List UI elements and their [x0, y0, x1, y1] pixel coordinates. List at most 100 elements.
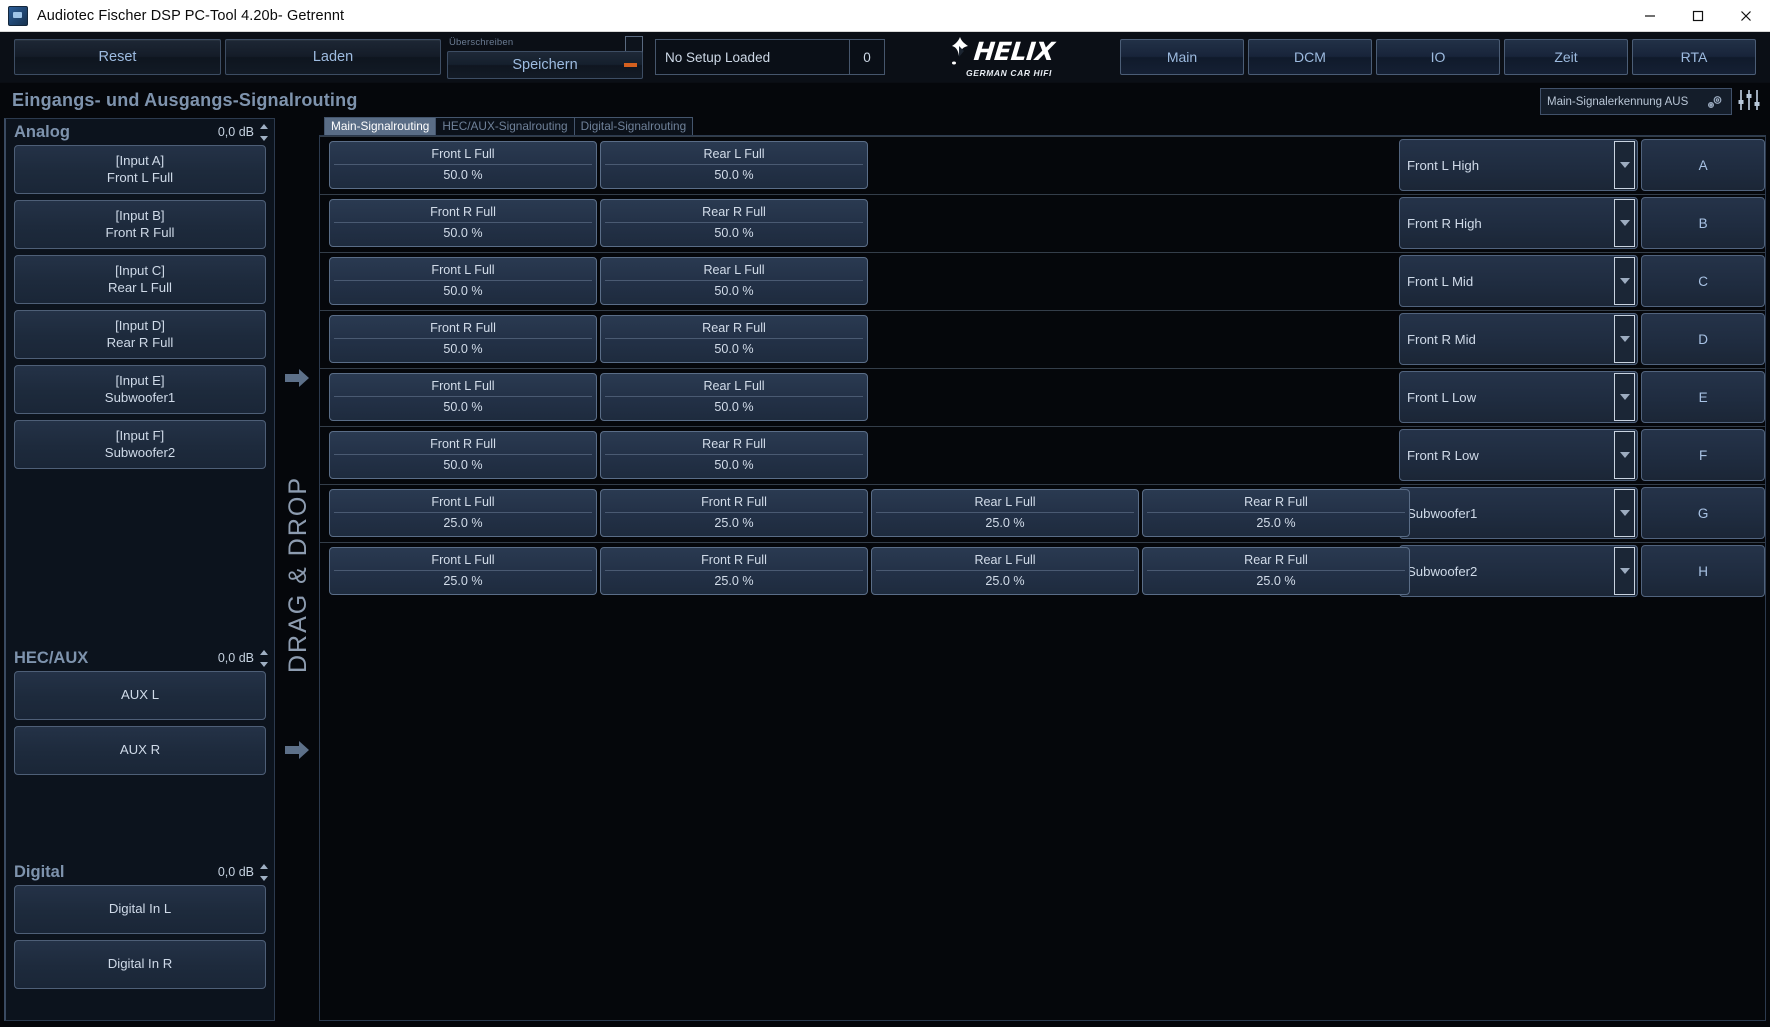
setup-field[interactable]: No Setup Loaded 0	[655, 39, 885, 75]
routing-cell-name: Rear L Full	[703, 147, 765, 162]
analog-gain-stepper[interactable]	[259, 123, 268, 141]
input-e-name: Subwoofer1	[104, 389, 176, 405]
routing-cell[interactable]: Front L Full 50.0 %	[329, 373, 597, 421]
output-select-c[interactable]: Front L Mid	[1399, 255, 1639, 307]
input-f-button[interactable]: [Input F] Subwoofer2	[14, 420, 266, 469]
save-button-label: Speichern	[512, 57, 578, 73]
input-f-tag: [Input F]	[115, 428, 165, 444]
input-panel-filler	[6, 995, 274, 1020]
app-icon	[8, 5, 28, 26]
cell-divider	[334, 222, 592, 223]
routing-cells: Front L Full 50.0 % Rear L Full 50.0 %	[320, 257, 868, 305]
routing-cell[interactable]: Rear L Full 25.0 %	[871, 547, 1139, 595]
output-name: Front R Mid	[1407, 331, 1476, 347]
input-c-name: Rear L Full	[107, 279, 172, 295]
routing-cell[interactable]: Rear R Full 50.0 %	[600, 315, 868, 363]
digital-in-l-button[interactable]: Digital In L	[14, 885, 266, 934]
routing-cell[interactable]: Front R Full 50.0 %	[329, 431, 597, 479]
output-channel-letter[interactable]: E	[1641, 371, 1765, 423]
routing-cell[interactable]: Front L Full 25.0 %	[329, 489, 597, 537]
routing-cell[interactable]: Rear R Full 25.0 %	[1142, 489, 1410, 537]
cell-divider	[334, 512, 592, 513]
chevron-down-icon[interactable]	[1614, 315, 1636, 363]
output-channel-letter[interactable]: B	[1641, 197, 1765, 249]
output-channel-letter[interactable]: G	[1641, 487, 1765, 539]
equalizer-icon[interactable]	[1736, 87, 1762, 113]
input-b-button[interactable]: [Input B] Front R Full	[14, 200, 266, 249]
nav-io-button[interactable]: IO	[1376, 39, 1500, 75]
output-channel-letter[interactable]: A	[1641, 139, 1765, 191]
digital-in-r-button[interactable]: Digital In R	[14, 940, 266, 989]
input-c-button[interactable]: [Input C] Rear L Full	[14, 255, 266, 304]
digital-gain-stepper[interactable]	[259, 863, 268, 881]
output-row: Subwoofer2 H	[1399, 542, 1765, 600]
chevron-down-icon[interactable]	[1614, 431, 1636, 479]
page-header: Eingangs- und Ausgangs-Signalrouting Mai…	[0, 83, 1770, 118]
routing-cell[interactable]: Front L Full 50.0 %	[329, 257, 597, 305]
chevron-down-icon[interactable]	[1614, 373, 1636, 421]
nav-dcm-button[interactable]: DCM	[1248, 39, 1372, 75]
output-channel-letter[interactable]: C	[1641, 255, 1765, 307]
output-select-b[interactable]: Front R High	[1399, 197, 1639, 249]
routing-cell[interactable]: Front R Full 25.0 %	[600, 547, 868, 595]
nav-buttons: Main DCM IO Zeit RTA	[1120, 39, 1764, 75]
chevron-down-icon[interactable]	[1614, 141, 1636, 189]
close-icon[interactable]	[1722, 0, 1770, 31]
reset-button[interactable]: Reset	[14, 39, 221, 75]
routing-cell[interactable]: Rear L Full 50.0 %	[600, 257, 868, 305]
input-e-button[interactable]: [Input E] Subwoofer1	[14, 365, 266, 414]
routing-cell[interactable]: Front R Full 50.0 %	[329, 315, 597, 363]
gear-icon[interactable]	[1705, 93, 1725, 111]
save-button[interactable]: Speichern	[447, 51, 643, 79]
hecaux-gain-stepper[interactable]	[259, 649, 268, 667]
output-channel-letter[interactable]: F	[1641, 429, 1765, 481]
routing-cell[interactable]: Rear L Full 50.0 %	[600, 373, 868, 421]
routing-cell[interactable]: Rear R Full 50.0 %	[600, 199, 868, 247]
nav-zeit-button[interactable]: Zeit	[1504, 39, 1628, 75]
signal-detection-status[interactable]: Main-Signalerkennung AUS	[1540, 88, 1732, 115]
chevron-down-icon[interactable]	[1614, 489, 1636, 537]
chevron-down-icon[interactable]	[1614, 199, 1636, 247]
input-d-button[interactable]: [Input D] Rear R Full	[14, 310, 266, 359]
routing-cell[interactable]: Rear R Full 25.0 %	[1142, 547, 1410, 595]
load-button[interactable]: Laden	[225, 39, 441, 75]
aux-r-button[interactable]: AUX R	[14, 726, 266, 775]
chevron-down-icon[interactable]	[1614, 257, 1636, 305]
routing-cell[interactable]: Front R Full 25.0 %	[600, 489, 868, 537]
input-a-name: Front L Full	[106, 169, 174, 185]
tab-main-signalrouting[interactable]: Main-Signalrouting	[324, 117, 437, 135]
tab-hecaux-signalrouting[interactable]: HEC/AUX-Signalrouting	[435, 117, 575, 135]
routing-cell-value: 25.0 %	[985, 574, 1025, 588]
routing-cell-name: Front R Full	[701, 553, 767, 568]
cell-divider	[605, 280, 863, 281]
aux-l-button[interactable]: AUX L	[14, 671, 266, 720]
output-select-e[interactable]: Front L Low	[1399, 371, 1639, 423]
routing-cells: Front L Full 50.0 % Rear L Full 50.0 %	[320, 373, 868, 421]
output-select-f[interactable]: Front R Low	[1399, 429, 1639, 481]
output-select-d[interactable]: Front R Mid	[1399, 313, 1639, 365]
nav-main-button[interactable]: Main	[1120, 39, 1244, 75]
routing-cell[interactable]: Front L Full 50.0 %	[329, 141, 597, 189]
tab-digital-signalrouting[interactable]: Digital-Signalrouting	[573, 117, 694, 135]
setup-number-value: 0	[849, 40, 884, 74]
routing-cell[interactable]: Rear L Full 50.0 %	[600, 141, 868, 189]
nav-rta-button[interactable]: RTA	[1632, 39, 1756, 75]
input-a-button[interactable]: [Input A] Front L Full	[14, 145, 266, 194]
output-select-h[interactable]: Subwoofer2	[1399, 545, 1639, 597]
output-select-g[interactable]: Subwoofer1	[1399, 487, 1639, 539]
routing-cell[interactable]: Rear R Full 50.0 %	[600, 431, 868, 479]
chevron-down-icon[interactable]	[1614, 547, 1636, 595]
routing-cell[interactable]: Rear L Full 25.0 %	[871, 489, 1139, 537]
routing-cells: Front L Full 50.0 % Rear L Full 50.0 %	[320, 141, 868, 189]
routing-cell[interactable]: Front L Full 25.0 %	[329, 547, 597, 595]
output-select-a[interactable]: Front L High	[1399, 139, 1639, 191]
drag-drop-label: DRAG & DROP	[283, 476, 312, 674]
output-channel-letter[interactable]: D	[1641, 313, 1765, 365]
analog-section-spacer	[6, 475, 274, 645]
routing-cell[interactable]: Front R Full 50.0 %	[329, 199, 597, 247]
maximize-icon[interactable]	[1674, 0, 1722, 31]
output-row: Front L Low E	[1399, 368, 1765, 426]
output-channel-letter[interactable]: H	[1641, 545, 1765, 597]
input-f-name: Subwoofer2	[104, 444, 176, 460]
minimize-icon[interactable]	[1626, 0, 1674, 31]
